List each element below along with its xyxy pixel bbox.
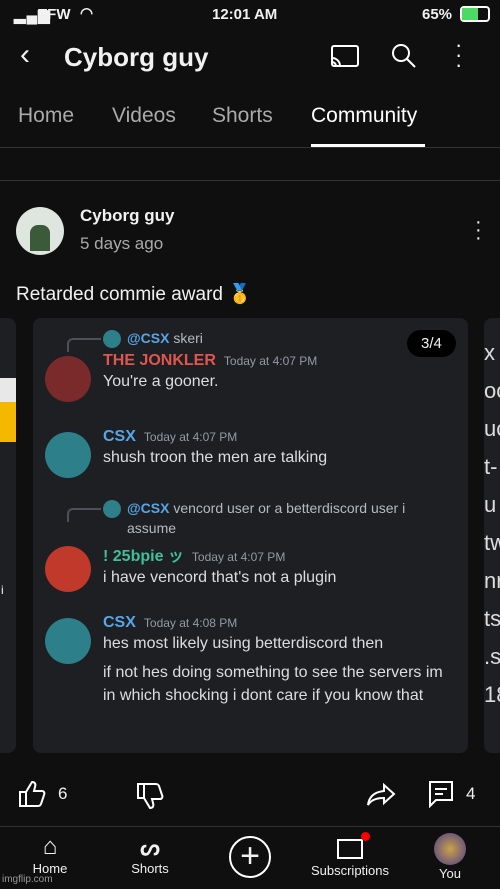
create-icon: +: [229, 836, 271, 878]
reply-preview: @CSX vencord user or a betterdiscord use…: [103, 498, 455, 538]
tab-videos[interactable]: Videos: [112, 104, 176, 128]
tab-community[interactable]: Community: [311, 104, 417, 128]
message-time: Today at 4:07 PM: [143, 430, 238, 444]
more-icon[interactable]: · · ·: [455, 34, 462, 76]
back-icon[interactable]: ‹: [20, 38, 30, 72]
peek-text: u: [484, 492, 497, 517]
peek-text: ts: [484, 606, 500, 631]
dislike-icon[interactable]: [136, 782, 164, 810]
tab-shorts[interactable]: Shorts: [212, 104, 273, 128]
nav-home[interactable]: ⌂ Home: [0, 827, 100, 876]
comment-count: 4: [466, 784, 476, 803]
reply-spine: [67, 338, 101, 352]
share-icon[interactable]: [366, 782, 396, 808]
message-text: if not hes doing something to see the se…: [103, 664, 443, 704]
message-text: i have vencord that's not a plugin: [103, 569, 337, 586]
status-bar: ▂▄▆ TFW ◠ 12:01 AM 65%: [0, 0, 500, 30]
post-age: 5 days ago: [80, 234, 164, 253]
peek-text: 18: [484, 682, 500, 707]
avatar: [103, 330, 121, 348]
peek-text: t-: [484, 454, 498, 479]
nav-label: Shorts: [131, 861, 169, 876]
reply-preview: @CSX skeri: [103, 328, 455, 348]
reply-mention: @CSX: [127, 330, 170, 346]
message-time: Today at 4:08 PM: [143, 616, 238, 630]
subscriptions-icon: [337, 832, 370, 859]
avatar: [45, 618, 91, 664]
cast-icon[interactable]: [330, 44, 360, 68]
message-text: shush troon the men are talking: [103, 449, 328, 466]
peek-text: x: [484, 340, 495, 365]
bottom-nav: ⌂ Home ᔕ Shorts + Subscriptions You: [0, 826, 500, 889]
avatar: [103, 500, 121, 518]
divider: [0, 180, 500, 181]
carrier: TFW: [38, 6, 71, 23]
peek-text: uc: [484, 416, 500, 441]
peek-text: .s: [484, 644, 500, 669]
search-icon[interactable]: [391, 43, 417, 69]
message-time: Today at 4:07 PM: [223, 354, 318, 368]
post-more-icon[interactable]: · · ·: [475, 212, 482, 248]
avatar: [434, 833, 466, 865]
tab-home[interactable]: Home: [18, 104, 74, 128]
avatar: [45, 546, 91, 592]
channel-tabs: Home Videos Shorts Community: [0, 100, 500, 148]
reply-spine: [67, 508, 101, 522]
comment-icon[interactable]: [428, 780, 454, 808]
home-icon: ⌂: [42, 833, 58, 860]
message-author: CSX: [103, 428, 136, 445]
post-text: Retarded commie award 🥇: [16, 284, 252, 305]
reply-mention: @CSX: [127, 500, 170, 516]
post-image-card[interactable]: 3/4 @CSX skeri THE JONKLER Today at 4:07 …: [33, 318, 468, 753]
reply-text: vencord user or a betterdiscord user i a…: [127, 500, 406, 536]
watermark: imgflip.com: [2, 874, 53, 885]
prev-image-peek[interactable]: i: [0, 318, 16, 753]
battery-percent: 65%: [422, 6, 453, 23]
chat-message: CSX Today at 4:08 PM hes most likely usin…: [45, 614, 455, 707]
battery-icon: [460, 6, 490, 22]
peek-text: i: [1, 583, 4, 597]
message-author: THE JONKLER: [103, 352, 216, 369]
message-author: ! 25bpie ッ: [103, 548, 184, 565]
chat-message: CSX Today at 4:07 PM shush troon the men …: [45, 428, 455, 478]
peek-text: oo: [484, 378, 500, 403]
nav-subscriptions[interactable]: Subscriptions: [300, 827, 400, 878]
like-count: 6: [58, 784, 68, 803]
nav-label: Subscriptions: [310, 863, 390, 878]
peek-text: tw: [484, 530, 500, 555]
next-image-peek[interactable]: x oo uc t-u tw nr ts .s 18: [484, 318, 500, 753]
chat-message: @CSX skeri THE JONKLER Today at 4:07 PM Y…: [45, 328, 455, 402]
post-author[interactable]: Cyborg guy: [80, 206, 174, 226]
message-time: Today at 4:07 PM: [191, 550, 286, 564]
reply-text: skeri: [173, 330, 203, 346]
nav-create[interactable]: +: [200, 827, 300, 878]
message-text: hes most likely using betterdiscord then: [103, 635, 384, 652]
wifi-icon: ◠: [80, 5, 94, 22]
message-author: CSX: [103, 614, 136, 631]
shorts-icon: ᔕ: [140, 835, 160, 860]
nav-label: You: [439, 866, 461, 881]
chat-message: @CSX vencord user or a betterdiscord use…: [45, 498, 455, 592]
avatar: [45, 432, 91, 478]
message-text: You're a gooner.: [103, 373, 219, 390]
peek-text: nr: [484, 568, 500, 593]
avatar: [45, 356, 91, 402]
like-icon[interactable]: [18, 780, 46, 808]
clock: 12:01 AM: [212, 6, 278, 23]
nav-you[interactable]: You: [400, 827, 500, 881]
channel-title: Cyborg guy: [64, 42, 209, 72]
nav-shorts[interactable]: ᔕ Shorts: [100, 827, 200, 876]
avatar[interactable]: [16, 207, 64, 255]
active-tab-indicator: [311, 144, 425, 147]
